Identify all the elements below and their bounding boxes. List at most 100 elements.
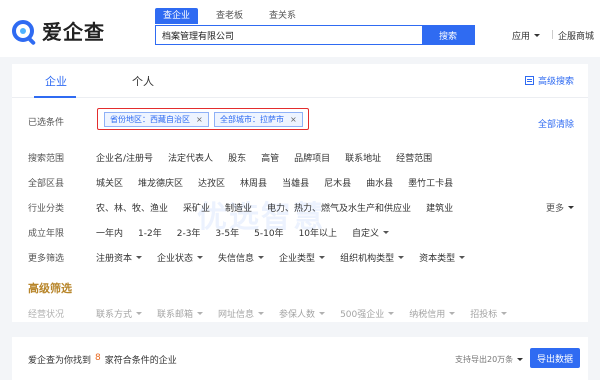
scope-option[interactable]: 股东 <box>228 151 246 164</box>
scope-option[interactable]: 企业名/注册号 <box>96 151 153 164</box>
tab-company[interactable]: 企业 <box>45 73 67 89</box>
more-filter-label: 组织机构类型 <box>340 254 395 264</box>
advanced-filter-title: 高级筛选 <box>28 282 72 295</box>
more-filter-dropdown[interactable]: 注册资本 <box>96 251 143 264</box>
tab-search-relation[interactable]: 查关系 <box>261 8 304 24</box>
selected-conditions-box: 省份地区：西藏自治区 × 全部城市：拉萨市 × <box>97 108 309 130</box>
chip-province-label: 省份地区：西藏自治区 <box>110 115 190 124</box>
scope-option[interactable]: 联系地址 <box>345 151 381 164</box>
search-type-tabs: 查企业 查老板 查关系 <box>155 8 314 24</box>
scope-option[interactable]: 品牌项目 <box>294 151 330 164</box>
scope-option[interactable]: 法定代表人 <box>168 151 213 164</box>
tab-search-company[interactable]: 查企业 <box>155 8 199 24</box>
tab-person[interactable]: 个人 <box>132 73 154 89</box>
district-option[interactable]: 堆龙德庆区 <box>138 176 183 189</box>
export-data-button[interactable]: 导出数据 <box>530 348 580 368</box>
status-label: 经营状况 <box>28 310 65 320</box>
chip-city[interactable]: 全部城市：拉萨市 × <box>214 112 303 127</box>
industry-label: 行业分类 <box>28 204 65 214</box>
status-filter-dropdown[interactable]: 纳税信用 <box>409 307 456 320</box>
years-custom-label: 自定义 <box>352 229 380 239</box>
chevron-down-icon <box>501 312 508 315</box>
close-icon[interactable]: × <box>196 113 203 126</box>
entity-tabs: 企业 个人 高级搜索 <box>12 64 588 98</box>
industry-option[interactable]: 电力、热力、燃气及水生产和供应业 <box>267 201 411 214</box>
logo[interactable]: 爱企查 <box>12 16 105 45</box>
top-header: 爱企查 查企业 查老板 查关系 搜索 应用 企服商城 <box>0 0 600 57</box>
years-option[interactable]: 2-3年 <box>177 226 201 239</box>
advanced-search-label: 高级搜索 <box>537 77 574 87</box>
chevron-down-icon <box>459 256 466 259</box>
more-filter-dropdown[interactable]: 企业状态 <box>157 251 204 264</box>
chevron-down-icon <box>258 256 265 259</box>
scope-option[interactable]: 经营范围 <box>396 151 432 164</box>
advanced-search-link[interactable]: 高级搜索 <box>524 74 574 87</box>
years-option[interactable]: 一年内 <box>96 226 123 239</box>
district-option[interactable]: 林周县 <box>240 176 267 189</box>
status-filter-dropdown[interactable]: 500强企业 <box>340 307 395 320</box>
app-menu[interactable]: 应用 <box>512 29 541 42</box>
status-filter-label: 联系方式 <box>96 310 133 320</box>
years-option[interactable]: 3-5年 <box>215 226 239 239</box>
search-input[interactable] <box>156 26 422 44</box>
chevron-down-icon <box>136 312 143 315</box>
years-label: 成立年限 <box>28 229 65 239</box>
chevron-down-icon <box>319 256 326 259</box>
more-filter-dropdown[interactable]: 失信信息 <box>218 251 265 264</box>
more-filter-dropdown[interactable]: 资本类型 <box>419 251 466 264</box>
district-option[interactable]: 尼木县 <box>324 176 351 189</box>
district-option[interactable]: 城关区 <box>96 176 123 189</box>
status-filter-label: 招投标 <box>470 310 498 320</box>
search-button[interactable]: 搜索 <box>422 26 474 44</box>
chevron-down-icon <box>517 358 524 361</box>
status-filter-dropdown[interactable]: 网址信息 <box>218 307 265 320</box>
more-filter-label: 资本类型 <box>419 254 456 264</box>
status-filter-dropdown[interactable]: 联系方式 <box>96 307 143 320</box>
status-filter-dropdown[interactable]: 联系邮箱 <box>157 307 204 320</box>
scope-option[interactable]: 高管 <box>261 151 279 164</box>
status-filter-label: 网址信息 <box>218 310 255 320</box>
active-tab-indicator <box>34 96 76 98</box>
more-filter-label: 注册资本 <box>96 254 133 264</box>
enterprise-mall-link[interactable]: 企服商城 <box>558 29 594 42</box>
industry-option[interactable]: 采矿业 <box>183 201 210 214</box>
status-filter-label: 纳税信用 <box>409 310 446 320</box>
chevron-down-icon <box>449 312 456 315</box>
industry-row: 行业分类 农、林、牧、渔业 采矿业 制造业 电力、热力、燃气及水生产和供应业 建… <box>12 198 588 216</box>
result-count: 8 <box>95 353 101 363</box>
industry-option[interactable]: 建筑业 <box>426 201 453 214</box>
chevron-down-icon <box>136 256 143 259</box>
status-filter-dropdown[interactable]: 招投标 <box>470 307 508 320</box>
industry-more-button[interactable]: 更多 <box>546 201 574 214</box>
years-option[interactable]: 10年以上 <box>299 226 337 239</box>
export-hint[interactable]: 支持导出20万条 <box>455 354 524 365</box>
status-filter-label: 参保人数 <box>279 310 316 320</box>
search-scope-row: 搜索范围 企业名/注册号 法定代表人 股东 高管 品牌项目 联系地址 经营范围 <box>12 148 588 166</box>
more-filters-row: 更多筛选 注册资本 企业状态 失信信息 企业类型 组织机构类型 资本类型 <box>12 248 588 266</box>
close-icon[interactable]: × <box>290 113 297 126</box>
status-filter-dropdown[interactable]: 参保人数 <box>279 307 326 320</box>
chevron-down-icon <box>197 312 204 315</box>
result-summary-bar: 爱企查为你找到 8 家符合条件的企业 支持导出20万条 导出数据 <box>12 337 588 380</box>
scope-label: 搜索范围 <box>28 154 65 164</box>
district-option[interactable]: 当雄县 <box>282 176 309 189</box>
more-filter-dropdown[interactable]: 企业类型 <box>279 251 326 264</box>
status-row: 经营状况 联系方式 联系邮箱 网址信息 参保人数 500强企业 纳税信用 招投标 <box>12 304 588 322</box>
more-filter-dropdown[interactable]: 组织机构类型 <box>340 251 405 264</box>
years-option[interactable]: 1-2年 <box>138 226 162 239</box>
industry-option[interactable]: 制造业 <box>225 201 252 214</box>
result-summary: 爱企查为你找到 8 家符合条件的企业 <box>28 353 177 366</box>
status-filter-label: 联系邮箱 <box>157 310 194 320</box>
more-filter-label: 失信信息 <box>218 254 255 264</box>
years-custom-dropdown[interactable]: 自定义 <box>352 226 390 239</box>
clear-all-button[interactable]: 全部清除 <box>538 117 574 130</box>
tab-search-boss[interactable]: 查老板 <box>208 8 251 24</box>
district-option[interactable]: 曲水县 <box>366 176 393 189</box>
chip-province[interactable]: 省份地区：西藏自治区 × <box>104 112 209 127</box>
years-option[interactable]: 5-10年 <box>254 226 283 239</box>
export-hint-label: 支持导出20万条 <box>455 355 514 364</box>
more-filter-label: 企业类型 <box>279 254 316 264</box>
district-option[interactable]: 墨竹工卡县 <box>408 176 453 189</box>
district-option[interactable]: 达孜区 <box>198 176 225 189</box>
industry-option[interactable]: 农、林、牧、渔业 <box>96 201 168 214</box>
